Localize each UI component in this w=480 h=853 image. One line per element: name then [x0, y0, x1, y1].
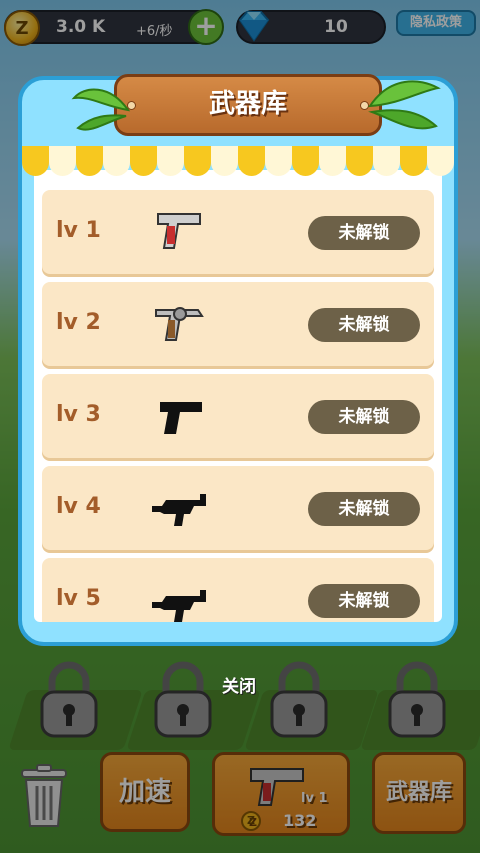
speed-up-button[interactable]: 加速	[100, 752, 190, 832]
privacy-policy-button[interactable]: 隐私政策	[396, 10, 476, 36]
padlock-icon[interactable]	[266, 660, 332, 738]
weapon-list-panel[interactable]: lv 1 未解锁 lv 2 未解锁 lv 3 未解锁 lv 4 未解锁 lv 5…	[34, 170, 442, 622]
buy-weapon-button[interactable]: lv 1 Z 132	[212, 752, 350, 836]
padlock-icon[interactable]	[36, 660, 102, 738]
weapon-row: lv 5 未解锁	[42, 558, 434, 622]
revolver-icon	[155, 307, 204, 341]
weapon-level: lv 4	[56, 494, 101, 519]
padlock-icon[interactable]	[150, 660, 216, 738]
locked-status-button[interactable]: 未解锁	[308, 308, 420, 342]
coin-value: 3.0 K	[56, 17, 106, 37]
leaf-icon	[368, 80, 441, 130]
coin-counter: Z 3.0 K +6/秒 +	[4, 9, 224, 46]
buy-weapon-level: lv 1	[301, 791, 328, 806]
weapon-row: lv 3 未解锁	[42, 374, 434, 458]
close-button[interactable]: 关闭	[222, 672, 256, 697]
add-coins-button[interactable]: +	[188, 9, 224, 45]
weapon-level: lv 1	[56, 218, 101, 243]
padlock-icon[interactable]	[384, 660, 450, 738]
shop-awning	[22, 146, 454, 186]
coin-icon: Z	[241, 811, 261, 831]
pistol-silhouette-icon	[160, 402, 202, 434]
weapon-row: lv 1 未解锁	[42, 190, 434, 274]
weapon-level: lv 3	[56, 402, 101, 427]
trash-icon[interactable]	[18, 764, 70, 828]
modal-title: 武器库	[208, 89, 287, 119]
locked-status-button[interactable]: 未解锁	[308, 216, 420, 250]
armory-modal: 武器库 lv 1 未解锁 lv 2 未解锁 lv 3 未解锁 lv 4 未解锁 …	[18, 74, 458, 646]
diamond-icon	[238, 11, 270, 42]
weapon-row: lv 2 未解锁	[42, 282, 434, 366]
weapon-row: lv 4 未解锁	[42, 466, 434, 550]
coin-rate: +6/秒	[136, 24, 173, 39]
gem-counter: 10	[236, 10, 386, 44]
armory-title-sign: 武器库	[114, 74, 382, 136]
locked-status-button[interactable]: 未解锁	[308, 400, 420, 434]
pistol-red-icon	[250, 768, 304, 806]
armory-button[interactable]: 武器库	[372, 752, 466, 834]
weapon-level: lv 2	[56, 310, 101, 335]
gem-value: 10	[324, 17, 348, 37]
buy-weapon-cost: 132	[283, 811, 317, 830]
coin-icon: Z	[4, 10, 40, 46]
smg-silhouette-icon	[152, 494, 206, 526]
locked-status-button[interactable]: 未解锁	[308, 584, 420, 618]
smg-silhouette-icon	[152, 590, 206, 622]
locked-status-button[interactable]: 未解锁	[308, 492, 420, 526]
weapon-level: lv 5	[56, 586, 101, 611]
leaf-icon	[71, 88, 131, 131]
pistol-red-icon	[157, 213, 201, 249]
